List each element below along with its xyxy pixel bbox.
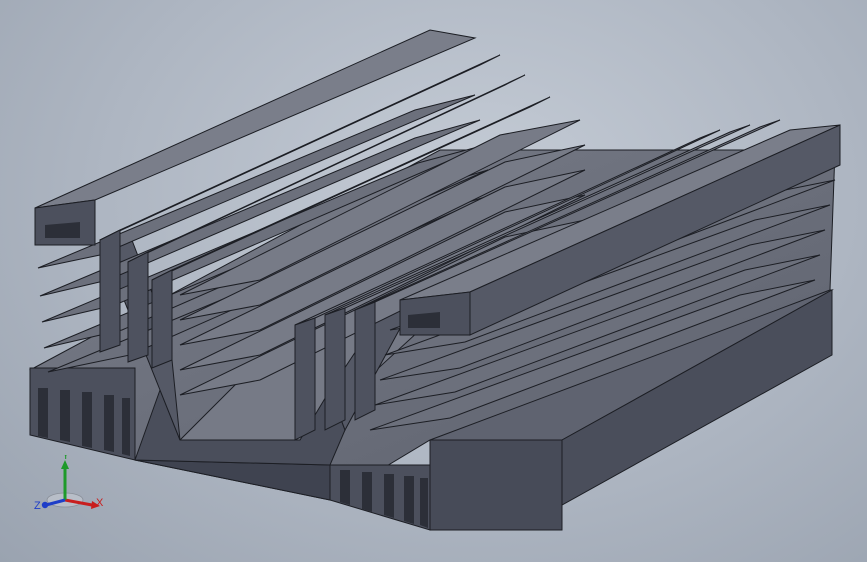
heatsink-model[interactable]: [0, 0, 867, 562]
x-axis-label: X: [96, 497, 104, 509]
graphics-viewport[interactable]: X Y Z: [0, 0, 867, 562]
z-axis-end: [41, 501, 49, 509]
bottom-fins-left: [29, 367, 136, 461]
y-axis-label: Y: [62, 455, 70, 462]
bottom-fins-right: [329, 464, 431, 531]
xyz-axis-triad-icon: X Y Z: [34, 455, 104, 512]
z-axis-label: Z: [34, 500, 41, 512]
